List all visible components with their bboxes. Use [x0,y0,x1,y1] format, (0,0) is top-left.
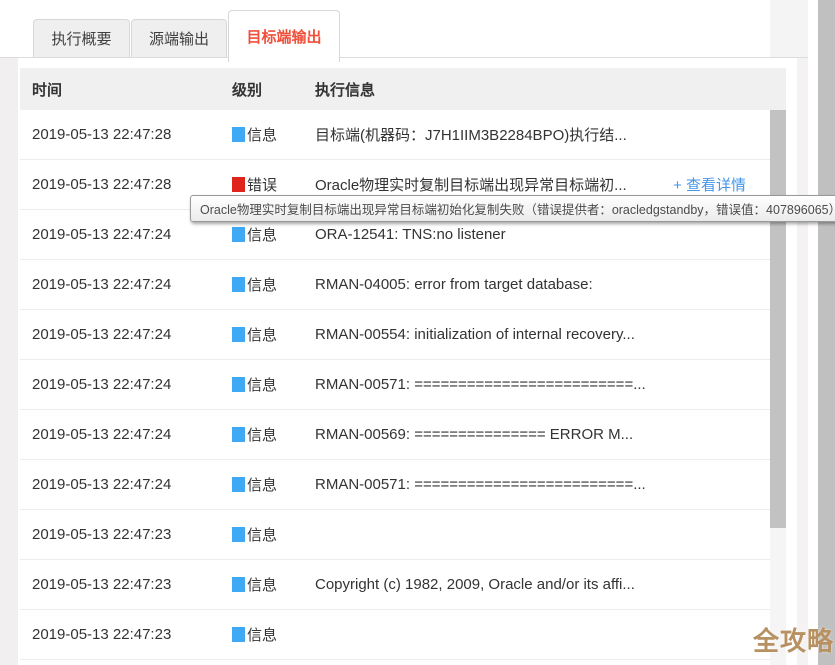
tab-target-output[interactable]: 目标端输出 [228,10,340,62]
tab-content-panel: 时间 级别 执行信息 2019-05-13 22:47:28 信息 目标端(机器… [18,58,797,665]
page-background-right [797,58,808,665]
table-row: 2019-05-13 22:47:24 信息 RMAN-00571: =====… [20,360,770,410]
level-label: 信息 [247,324,277,345]
table-row: 2019-05-13 22:47:24 信息 RMAN-00571: =====… [20,460,770,510]
row-message: ORA-12541: TNS:no listener [315,226,770,243]
row-level: 信息 [232,124,315,145]
tab-label: 目标端输出 [246,26,321,47]
level-label: 信息 [247,424,277,445]
level-label: 信息 [247,574,277,595]
tab-label: 执行概要 [51,28,111,49]
level-color-icon [232,527,245,542]
row-message: Copyright (c) 1982, 2009, Oracle and/or … [315,576,770,593]
table-row: 2019-05-13 22:47:23 信息 Copyright (c) 198… [20,560,770,610]
row-message: RMAN-00554: initialization of internal r… [315,326,770,343]
tab-label: 源端输出 [149,28,209,49]
level-label: 错误 [247,174,277,195]
error-tooltip-text: Oracle物理实时复制目标端出现异常目标端初始化复制失败（错误提供者：orac… [200,199,835,218]
table-scrollbar-thumb[interactable] [770,110,786,528]
tab-bar-right-background [770,0,808,58]
row-level: 信息 [232,524,315,545]
tab-execution-summary[interactable]: 执行概要 [33,19,130,57]
table-row: 2019-05-13 22:47:23 信息 [20,610,770,660]
row-time: 2019-05-13 22:47:24 [32,226,232,243]
row-time: 2019-05-13 22:47:24 [32,426,232,443]
tab-source-output[interactable]: 源端输出 [131,19,227,57]
row-message: RMAN-00571: =========================... [315,476,770,493]
tab-bar-divider [0,57,808,58]
log-table-body: 2019-05-13 22:47:28 信息 目标端(机器码：J7H1IIM3B… [20,110,770,660]
window-scrollbar[interactable] [818,0,835,665]
table-row: 2019-05-13 22:47:24 信息 RMAN-00569: =====… [20,410,770,460]
watermark: 全攻略 [753,621,834,658]
row-time: 2019-05-13 22:47:28 [32,176,232,193]
row-level: 信息 [232,574,315,595]
level-color-icon [232,277,245,292]
table-header: 时间 级别 执行信息 [20,68,786,110]
header-level: 级别 [232,79,315,100]
row-time: 2019-05-13 22:47:23 [32,576,232,593]
level-label: 信息 [247,474,277,495]
row-message: RMAN-00571: =========================... [315,376,770,393]
row-message: Oracle物理实时复制目标端出现异常目标端初... [315,174,673,195]
table-row: 2019-05-13 22:47:24 信息 RMAN-04005: error… [20,260,770,310]
header-message: 执行信息 [315,79,786,100]
table-row: 2019-05-13 22:47:24 信息 RMAN-00554: initi… [20,310,770,360]
level-color-icon [232,227,245,242]
level-color-icon [232,477,245,492]
level-label: 信息 [247,374,277,395]
table-scrollbar[interactable] [770,110,786,665]
row-message: 目标端(机器码：J7H1IIM3B2284BPO)执行结... [315,124,770,145]
view-details-link[interactable]: + 查看详情 [673,174,746,195]
row-time: 2019-05-13 22:47:24 [32,476,232,493]
row-level: 信息 [232,424,315,445]
level-label: 信息 [247,224,277,245]
row-level: 信息 [232,224,315,245]
row-time: 2019-05-13 22:47:23 [32,526,232,543]
level-color-icon [232,427,245,442]
row-level: 信息 [232,324,315,345]
table-row: 2019-05-13 22:47:23 信息 [20,510,770,560]
row-time: 2019-05-13 22:47:23 [32,626,232,643]
row-level: 信息 [232,474,315,495]
error-tooltip: Oracle物理实时复制目标端出现异常目标端初始化复制失败（错误提供者：orac… [190,195,835,222]
level-color-icon [232,377,245,392]
row-level: 信息 [232,374,315,395]
level-color-icon [232,127,245,142]
row-level: 错误 [232,174,315,195]
page-background-left [0,58,18,665]
row-level: 信息 [232,274,315,295]
level-color-icon [232,177,245,192]
row-time: 2019-05-13 22:47:28 [32,126,232,143]
row-level: 信息 [232,624,315,645]
level-color-icon [232,327,245,342]
level-color-icon [232,577,245,592]
level-color-icon [232,627,245,642]
level-label: 信息 [247,524,277,545]
level-label: 信息 [247,124,277,145]
level-label: 信息 [247,624,277,645]
row-message: RMAN-00569: =============== ERROR M... [315,426,770,443]
header-time: 时间 [32,79,232,100]
row-time: 2019-05-13 22:47:24 [32,276,232,293]
table-row: 2019-05-13 22:47:28 信息 目标端(机器码：J7H1IIM3B… [20,110,770,160]
level-label: 信息 [247,274,277,295]
row-time: 2019-05-13 22:47:24 [32,326,232,343]
row-time: 2019-05-13 22:47:24 [32,376,232,393]
row-message: RMAN-04005: error from target database: [315,276,770,293]
